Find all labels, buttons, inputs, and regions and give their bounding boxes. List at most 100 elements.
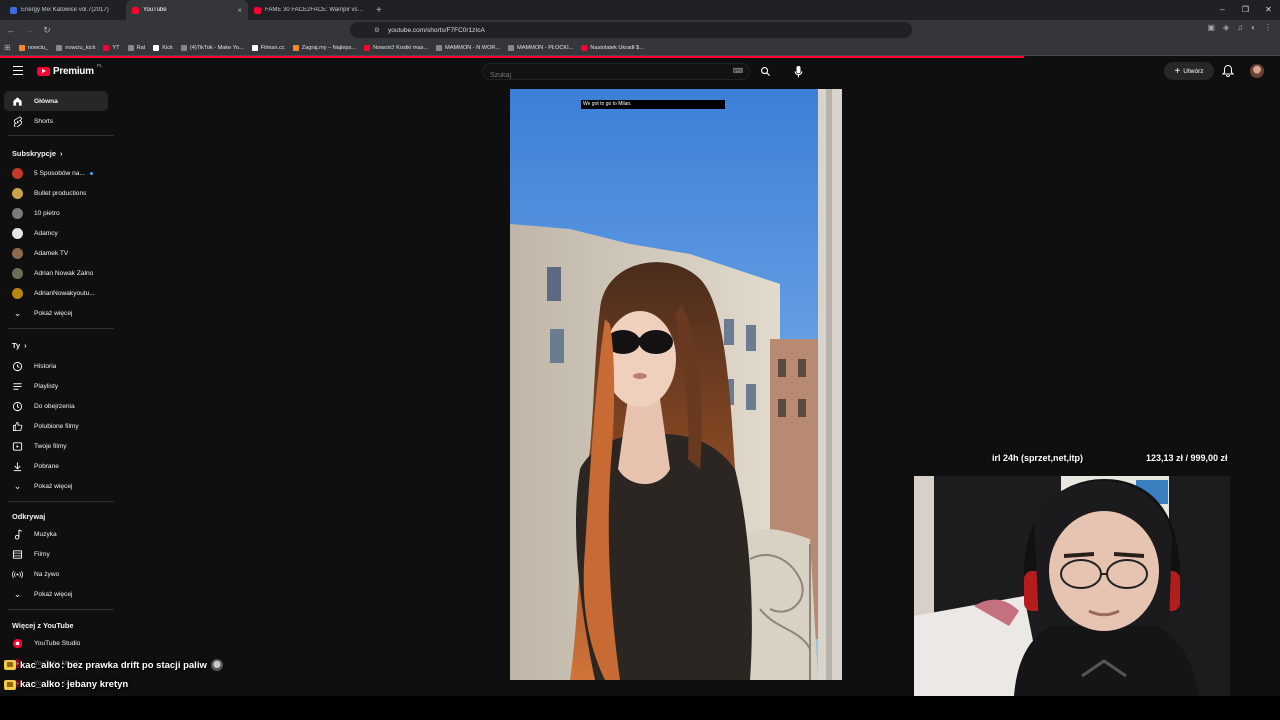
tab-favicon-icon [10, 6, 17, 14]
sidebar-item-subscription[interactable]: Adrian Nowak Żalno [4, 263, 108, 283]
bookmark-item[interactable]: Rat [127, 44, 145, 51]
sidebar-item-your-videos[interactable]: Twoje filmy [4, 436, 108, 456]
search-button[interactable] [755, 63, 775, 80]
site-info-icon[interactable]: ⚙ [374, 26, 380, 34]
extension-icon[interactable]: ◐ [1251, 23, 1256, 32]
your-videos-icon [12, 441, 23, 452]
goal-amount: 123,13 zł / 999,00 zł [1146, 453, 1228, 463]
sidebar-item-subscription[interactable]: 5 Sposobów na... [4, 163, 108, 183]
bookmark-item[interactable]: YT [103, 44, 120, 51]
thumbs-up-icon [12, 421, 23, 432]
sidebar-item-music[interactable]: Muzyka [4, 524, 108, 544]
watch-later-icon [12, 401, 23, 412]
youtube-favicon-icon [132, 6, 139, 14]
extension-icon[interactable]: ▣ [1207, 23, 1215, 32]
goal-title: irl 24h (sprzet,net,itp) [992, 453, 1084, 463]
bookmarks-bar: ⊞ nowciu_ nowciu_kick YT Rat Kick (4)Tik… [0, 40, 1280, 56]
extensions-toolbar: ▣ ◈ ♫ ◐ ⋮ [1207, 23, 1272, 32]
chevron-right-icon: › [59, 149, 63, 158]
channel-avatar [12, 247, 23, 259]
close-window-icon[interactable]: ✕ [1257, 0, 1280, 20]
search-box: ⌨ [482, 63, 750, 83]
sidebar-item-films[interactable]: Filmy [4, 544, 108, 564]
show-more-explore[interactable]: ⌄ Pokaż więcej [4, 584, 108, 604]
notifications-bell-icon[interactable] [1222, 64, 1234, 78]
sidebar-item-subscription[interactable]: Adamcy [4, 223, 108, 243]
explore-header: Odkrywaj [12, 512, 46, 521]
channel-avatar [12, 267, 23, 279]
bookmark-item[interactable]: Kick [153, 44, 173, 51]
sidebar-item-subscription[interactable]: Adamek TV [4, 243, 108, 263]
sidebar-item-subscription[interactable]: Bullet productions [4, 183, 108, 203]
logo-region: PL [96, 63, 103, 68]
extension-icon[interactable]: ♫ [1237, 23, 1243, 32]
you-header[interactable]: Ty › [12, 341, 27, 350]
emote-icon [210, 659, 223, 671]
minimize-icon[interactable]: – [1211, 0, 1234, 20]
subscriber-badge-icon [4, 660, 16, 670]
youtube-masthead: Premium PL ⌨ + Utwórz [0, 58, 1280, 86]
bookmark-item[interactable]: nowciu_ [18, 44, 48, 51]
show-more-subscriptions[interactable]: ⌄ Pokaż więcej [4, 303, 108, 323]
sidebar-item-history[interactable]: Historia [4, 356, 108, 376]
youtube-play-icon [37, 67, 50, 76]
back-icon[interactable]: ← [4, 25, 18, 35]
url-bar[interactable]: ⚙ youtube.com/shorts/F7FC0r1zIcA [350, 22, 912, 38]
menu-icon[interactable] [13, 66, 23, 75]
browser-tab-active[interactable]: YouTube × [126, 0, 248, 20]
create-button[interactable]: + Utwórz [1164, 62, 1214, 80]
tab-label: FAME 30 FACE2FACE: Wampir vs Mär [265, 7, 364, 13]
sidebar-item-watch-later[interactable]: Do obejrzenia [4, 396, 108, 416]
bookmark-item[interactable]: Zagraj.my – Najleps... [292, 44, 356, 51]
chevron-right-icon: › [24, 341, 27, 350]
plus-icon: + [1174, 65, 1181, 77]
browser-tab[interactable]: FAME 30 FACE2FACE: Wampir vs Mär [248, 0, 370, 20]
sidebar-divider [8, 501, 114, 502]
forward-icon[interactable]: → [22, 25, 36, 35]
bookmark-item[interactable]: nowciu_kick [56, 44, 95, 51]
sidebar-item-subscription[interactable]: 10 pietro [4, 203, 108, 223]
chevron-down-icon: ⌄ [13, 480, 22, 491]
extension-icon[interactable]: ◈ [1223, 23, 1229, 32]
channel-avatar [12, 287, 23, 299]
window-controls: – ❐ ✕ [1211, 0, 1280, 20]
stream-bottom-bar [0, 696, 1280, 720]
bookmark-item[interactable]: Nastolatek Ukradł $... [581, 44, 644, 51]
restore-icon[interactable]: ❐ [1234, 0, 1257, 20]
chevron-down-icon: ⌄ [13, 307, 22, 318]
bookmark-item[interactable]: (4)TikTok - Make Yo... [180, 44, 244, 51]
keyboard-icon[interactable]: ⌨ [733, 67, 743, 75]
sidebar-item-subscription[interactable]: AdrianNowakyoutu... [4, 283, 108, 303]
bookmark-item[interactable]: MAMMON - PŁOCKI... [508, 44, 573, 51]
extension-icon[interactable]: ⋮ [1264, 23, 1272, 32]
subscriptions-header[interactable]: Subskrypcje › [12, 149, 62, 158]
bookmark-item[interactable]: Nowość! Kostki mas... [364, 44, 428, 51]
close-tab-icon[interactable]: × [237, 6, 242, 15]
new-content-dot [89, 171, 93, 175]
youtube-premium-logo[interactable]: Premium PL [37, 63, 103, 77]
search-input[interactable] [483, 68, 713, 83]
webcam-frame [914, 476, 1230, 696]
reload-icon[interactable]: ↻ [40, 25, 54, 36]
channel-avatar [12, 187, 23, 199]
sidebar-item-downloads[interactable]: Pobrane [4, 456, 108, 476]
tab-label: Energy Mix Katowice vol.7(2017) [21, 7, 109, 13]
sidebar-item-liked[interactable]: Polubione filmy [4, 416, 108, 436]
download-icon [12, 461, 23, 472]
new-tab-button[interactable]: + [370, 5, 388, 16]
search-icon [760, 67, 770, 77]
show-more-you[interactable]: ⌄ Pokaż więcej [4, 476, 108, 496]
account-avatar[interactable] [1250, 64, 1264, 78]
sidebar-item-playlists[interactable]: Playlisty [4, 376, 108, 396]
voice-search-button[interactable] [788, 63, 808, 80]
sidebar-item-shorts[interactable]: Shorts [4, 111, 108, 131]
apps-icon[interactable]: ⊞ [4, 43, 11, 52]
bookmark-item[interactable]: MAMMON - N WOR... [436, 44, 500, 51]
sidebar-item-live[interactable]: Na żywo [4, 564, 108, 584]
browser-tab[interactable]: Energy Mix Katowice vol.7(2017) [4, 0, 126, 20]
sidebar-item-home[interactable]: Główna [4, 91, 108, 111]
sidebar-divider [8, 328, 114, 329]
sidebar-item-studio[interactable]: YouTube Studio [4, 633, 108, 653]
shorts-video-player[interactable] [510, 89, 842, 680]
bookmark-item[interactable]: Filman.cc [251, 44, 285, 51]
